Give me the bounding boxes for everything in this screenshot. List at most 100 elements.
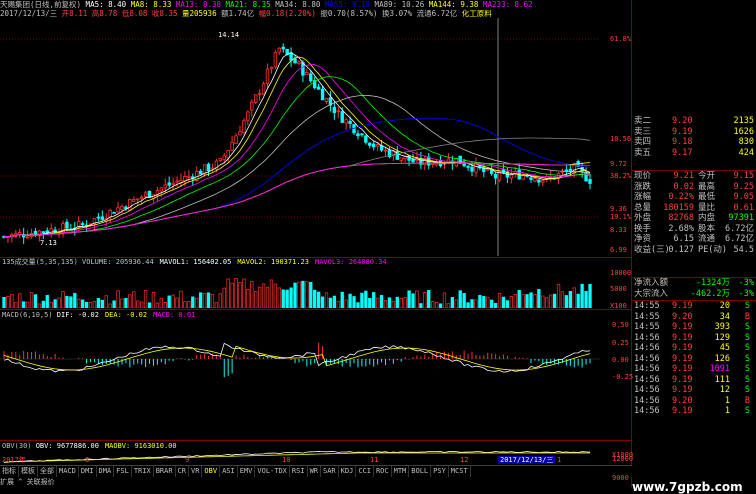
indicator-name[interactable]: MACD(6,10,5) [2,311,57,319]
candle [226,150,230,164]
volume-bar [100,299,104,308]
tab-macd[interactable]: MACD [57,466,79,477]
volume-bar [293,282,297,308]
volume-tick: 5000 [610,285,627,293]
volume-bar [124,297,128,308]
volume-bar [580,283,584,308]
tab-mtm[interactable]: MTM [392,466,410,477]
tick-side: S [744,364,750,374]
tab-rsi[interactable]: RSI [290,466,308,477]
tab-cci[interactable]: CCI [356,466,374,477]
candle [265,63,270,89]
macd-chart[interactable] [0,319,632,439]
volume-bar [132,291,136,308]
ma-line-55 [4,117,591,238]
volume-bar [395,296,399,308]
tab-sar[interactable]: SAR [321,466,339,477]
volume-bar [442,292,447,308]
indicator-value: MAVOL2: 190371.23 [237,258,309,266]
volume-bar [545,297,549,308]
indicator-tab-bar[interactable]: 指标 模板 全部 MACD DMI DMA FSL TRIX BRAR CR VR OBV ASI EMV… [0,465,632,477]
quote-row: 换手 2.68% 股本 6.72亿 [632,224,756,235]
tab-emv[interactable]: EMV [238,466,256,477]
tick-volume: 393 [714,322,730,332]
candle [336,106,340,119]
tab-boll[interactable]: BOLL [409,466,432,477]
tab-roc[interactable]: ROC [374,466,392,477]
tab-brar[interactable]: BRAR [154,466,176,477]
tick-volume: 1 [724,406,730,416]
high-price-annotation: 14.14 [218,31,240,39]
tick-price: 9.19 [672,322,693,332]
indicator-name[interactable]: OBV(30) [2,442,36,450]
tick-list[interactable]: 14:55 9.19 20 S 14:55 9.20 34 B 14:55 9.19 393 S 14:… [632,300,756,417]
volume-bar [438,303,443,308]
quote-value: 97391 [728,213,754,223]
tab-obv[interactable]: OBV [202,466,221,477]
candle [541,179,545,187]
volume-bar [230,282,234,308]
volume-bar [242,278,246,308]
quote-label: 最低 [698,192,716,202]
tab-cr[interactable]: CR [176,466,189,477]
volume-bar [77,298,81,308]
status-bar[interactable]: 扩展 ^ 关联报价 [0,477,632,487]
quote-label: 收益(三) [634,244,670,255]
tick-side: S [744,301,750,311]
ma-value: MA13: 8.38 [171,0,222,9]
volume-bar [289,287,293,308]
date-tick: 11 [370,456,379,464]
volume-bar [446,303,451,308]
tab-kdj[interactable]: KDJ [339,466,357,477]
tick-time: 14:56 [634,343,660,353]
candle [242,118,246,135]
indicator-name[interactable]: 135成交量(5,35,135) [2,258,82,266]
tab-mcst[interactable]: MCST [449,466,471,477]
volume-bar [45,294,49,308]
volume-bar [352,296,356,308]
tab-模板[interactable]: 模板 [19,466,38,477]
volume-bar [537,288,541,308]
tick-price: 9.19 [672,364,693,374]
tab-trix[interactable]: TRIX [132,466,154,477]
candle [77,216,81,232]
candle [128,198,132,211]
candle [238,125,242,136]
volume-bar [497,292,502,308]
tab-fsl[interactable]: FSL [114,466,132,477]
volume-chart[interactable] [0,266,632,308]
candlestick-chart[interactable] [0,18,632,256]
quote-label: 涨幅 [634,192,652,202]
tick-row: 14:56 9.19 126 S [632,354,756,365]
volume-bar [525,294,529,308]
volume-bar [434,301,439,308]
volume-bar [238,282,242,308]
quote-value: 2.68% [668,223,694,234]
volume-bar [344,299,348,308]
candle [218,158,223,162]
tab-dmi[interactable]: DMI [79,466,97,477]
volume-bar [198,292,203,308]
volume-bar [136,300,140,308]
tab-vol-tdx[interactable]: VOL-TDX [255,466,290,477]
flow-value: -1324万 [695,278,730,288]
date-tick: 1 [557,456,562,464]
tab-wr[interactable]: WR [308,466,321,477]
volume-bar [305,281,309,308]
macd-label-bar: MACD(6,10,5) DIF: -0.02 DEA: -0.02 MACD: 0… [2,311,201,319]
volume-bar [360,292,364,308]
volume-bar [533,294,537,308]
tab-asi[interactable]: ASI [220,466,238,477]
tab-vr[interactable]: VR [189,466,203,477]
tab-全部[interactable]: 全部 [38,466,57,477]
price-tick: 9.36 [610,205,627,213]
tab-指标[interactable]: 指标 [0,466,19,477]
volume-bar [147,302,152,308]
candle [234,133,238,144]
tab-psy[interactable]: PSY [431,466,449,477]
candle [14,229,18,239]
tab-dma[interactable]: DMA [97,466,115,477]
volume-bar [195,297,199,308]
volume-bar [202,292,207,308]
quote-row: 总量 180159 量比 0.61 [632,203,756,214]
